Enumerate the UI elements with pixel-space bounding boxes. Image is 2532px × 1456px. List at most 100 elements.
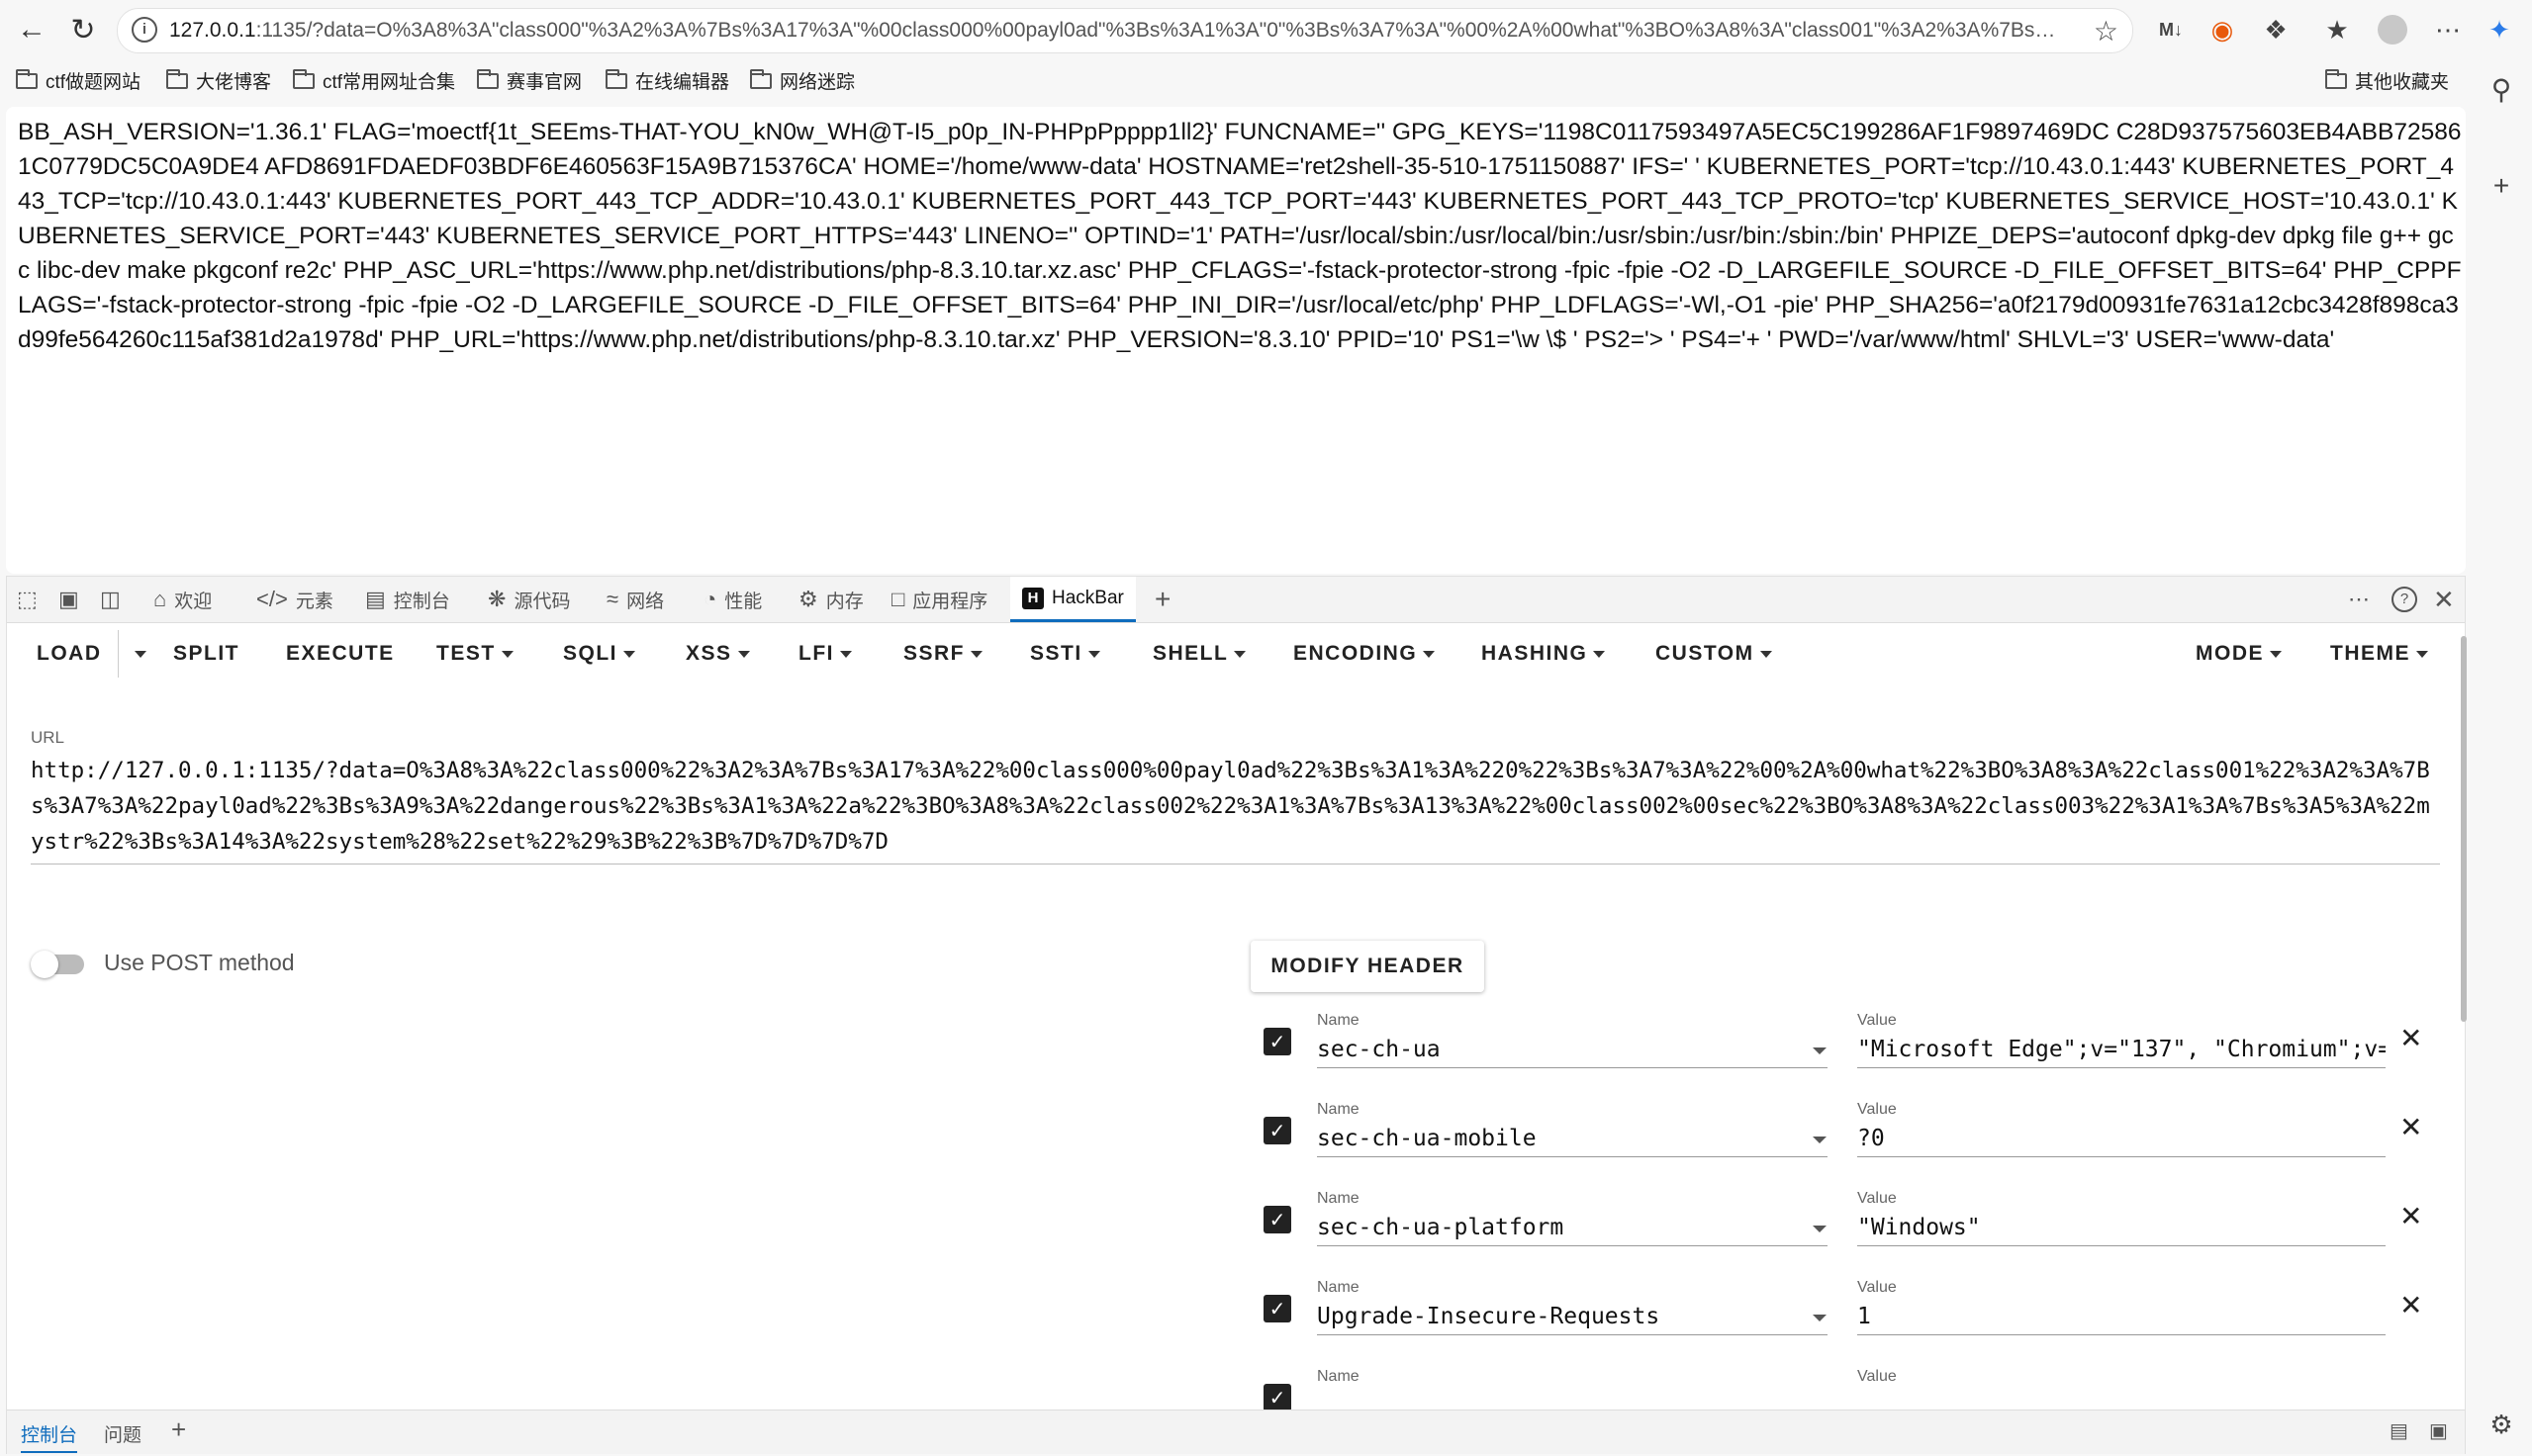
header-enabled-checkbox[interactable]: ✓ [1264, 1028, 1291, 1055]
address-url[interactable]: 127.0.0.1:1135/?data=O%3A8%3A"class000"%… [169, 19, 2069, 43]
markdown-extension-icon[interactable]: M↓ [2153, 12, 2189, 47]
tab-performance[interactable]: ◔ 性能 [703, 577, 762, 622]
tab-network[interactable]: ≈ 网络 [607, 577, 664, 622]
drawer-tab-issues[interactable]: 问题 [104, 1420, 141, 1447]
chevron-down-icon [737, 650, 750, 658]
test-menu[interactable]: TEST [436, 642, 514, 666]
star-icon[interactable]: ☆ [2094, 15, 2118, 47]
header-value-input[interactable]: ?0 [1857, 1121, 2386, 1157]
modify-header-button[interactable]: MODIFY HEADER [1251, 941, 1484, 992]
remove-header-icon[interactable]: ✕ [2399, 1022, 2422, 1054]
profile-avatar-icon[interactable] [2375, 12, 2410, 47]
extension-circle-icon[interactable]: ◉ [2204, 12, 2240, 47]
ssrf-menu[interactable]: SSRF [903, 642, 984, 666]
header-value-input[interactable] [1857, 1388, 2386, 1410]
encoding-menu[interactable]: ENCODING [1293, 642, 1436, 666]
bookmark-folder[interactable]: ctf常用网址合集 [293, 67, 455, 94]
copilot-icon[interactable]: ✦ [2482, 12, 2517, 47]
device-emulation-icon[interactable]: ▣ [58, 577, 79, 622]
header-enabled-checkbox[interactable]: ✓ [1264, 1206, 1291, 1233]
header-row: ✓ Name sec-ch-ua-platform Value "Windows… [1264, 1190, 2441, 1279]
chevron-down-icon[interactable] [1813, 1137, 1827, 1143]
tab-console[interactable]: ▤ 控制台 [365, 577, 450, 622]
mode-menu[interactable]: MODE [2196, 642, 2282, 666]
tab-welcome[interactable]: ⌂ 欢迎 [153, 577, 212, 622]
back-arrow-icon[interactable]: ← [12, 10, 51, 49]
load-dropdown-icon[interactable] [118, 630, 146, 678]
drawer-tab-console[interactable]: 控制台 [21, 1420, 78, 1453]
xss-menu[interactable]: XSS [686, 642, 750, 666]
dock-side-icon[interactable]: ◫ [100, 577, 121, 622]
info-icon[interactable]: i [132, 17, 157, 43]
execute-button[interactable]: EXECUTE [286, 642, 395, 666]
remove-header-icon[interactable]: ✕ [2399, 1200, 2422, 1232]
chevron-down-icon[interactable] [1813, 1315, 1827, 1321]
url-label: URL [31, 728, 65, 747]
header-value-input[interactable]: "Microsoft Edge";v="137", "Chromium";v="… [1857, 1032, 2386, 1068]
devtools-drawer: 控制台 问题 + ▤ ▣ [7, 1410, 2465, 1454]
favorites-icon[interactable]: ★ [2319, 12, 2355, 47]
chevron-down-icon [840, 650, 852, 658]
collapse-drawer-icon[interactable]: ▣ [2429, 1418, 2448, 1443]
tab-elements[interactable]: </> 元素 [256, 577, 333, 622]
header-enabled-checkbox[interactable]: ✓ [1264, 1384, 1291, 1410]
header-name-select[interactable]: sec-ch-ua [1317, 1032, 1828, 1068]
header-row: ✓ Name Value [1264, 1368, 2441, 1410]
bookmark-folder[interactable]: 赛事官网 [477, 67, 582, 94]
tab-memory[interactable]: ⚙ 内存 [798, 577, 864, 622]
bookmark-folder[interactable]: ctf做题网站 [16, 67, 141, 94]
add-tab-icon[interactable]: + [1155, 577, 1171, 622]
hackbar-scrollbar[interactable] [2461, 636, 2467, 1022]
more-menu-icon[interactable]: ⋯ [2430, 12, 2466, 47]
header-name-select[interactable]: Upgrade-Insecure-Requests [1317, 1299, 1828, 1335]
bookmark-folder[interactable]: 在线编辑器 [606, 67, 729, 94]
bookmark-folder[interactable]: 网络迷踪 [750, 67, 855, 94]
address-bar[interactable]: i 127.0.0.1:1135/?data=O%3A8%3A"class000… [117, 8, 2133, 53]
header-enabled-checkbox[interactable]: ✓ [1264, 1117, 1291, 1144]
add-icon[interactable]: + [2485, 170, 2517, 202]
tab-sources[interactable]: ❋ 源代码 [488, 577, 570, 622]
sqli-menu[interactable]: SQLI [563, 642, 636, 666]
post-method-label: Use POST method [104, 950, 295, 975]
url-textarea[interactable]: http://127.0.0.1:1135/?data=O%3A8%3A%22c… [31, 753, 2440, 864]
header-name-select[interactable]: sec-ch-ua-platform [1317, 1210, 1828, 1246]
hackbar-icon: H [1022, 587, 1044, 609]
custom-menu[interactable]: CUSTOM [1655, 642, 1772, 666]
header-name-select[interactable] [1317, 1388, 1828, 1410]
remove-header-icon[interactable]: ✕ [2399, 1289, 2422, 1321]
ssti-menu[interactable]: SSTI [1030, 642, 1100, 666]
folder-icon [293, 68, 315, 89]
load-button[interactable]: LOAD [37, 642, 102, 666]
remove-header-icon[interactable]: ✕ [2399, 1111, 2422, 1143]
header-name-select[interactable]: sec-ch-ua-mobile [1317, 1121, 1828, 1157]
search-icon[interactable]: ⚲ [2485, 73, 2517, 105]
devtools-panel: ⬚ ▣ ◫ ⌂ 欢迎 </> 元素 ▤ 控制台 ❋ 源代码 ≈ 网络 ◔ 性能 ⚙ 内存 □ 应… [6, 576, 2467, 1454]
add-drawer-tab-icon[interactable]: + [171, 1414, 186, 1445]
more-options-icon[interactable]: ⋯ [2348, 577, 2370, 622]
theme-menu[interactable]: THEME [2330, 642, 2428, 666]
hashing-menu[interactable]: HASHING [1481, 642, 1606, 666]
chevron-down-icon[interactable] [1813, 1226, 1827, 1232]
folder-icon [166, 68, 188, 89]
header-value-input[interactable]: 1 [1857, 1299, 2386, 1335]
split-button[interactable]: SPLIT [173, 642, 239, 666]
help-icon[interactable]: ? [2391, 577, 2417, 622]
bookmark-folder[interactable]: 大佬博客 [166, 67, 271, 94]
settings-gear-icon[interactable]: ⚙ [2485, 1409, 2517, 1440]
chevron-down-icon[interactable] [1813, 1047, 1827, 1054]
shell-menu[interactable]: SHELL [1153, 642, 1247, 666]
tab-application[interactable]: □ 应用程序 [891, 577, 987, 622]
inspect-element-icon[interactable]: ⬚ [17, 577, 38, 622]
header-row: ✓ Name sec-ch-ua Value "Microsoft Edge";… [1264, 1012, 2441, 1101]
post-method-toggle[interactable] [31, 951, 86, 978]
header-enabled-checkbox[interactable]: ✓ [1264, 1295, 1291, 1322]
chevron-down-icon [501, 650, 514, 658]
lfi-menu[interactable]: LFI [798, 642, 852, 666]
other-bookmarks[interactable]: 其他收藏夹 [2325, 67, 2449, 94]
extensions-puzzle-icon[interactable]: ❖ [2258, 12, 2294, 47]
dock-drawer-icon[interactable]: ▤ [2390, 1418, 2408, 1443]
header-value-input[interactable]: "Windows" [1857, 1210, 2386, 1246]
tab-hackbar[interactable]: H HackBar [1010, 577, 1136, 622]
close-devtools-icon[interactable]: ✕ [2433, 577, 2455, 622]
reload-icon[interactable]: ↻ [63, 10, 103, 49]
